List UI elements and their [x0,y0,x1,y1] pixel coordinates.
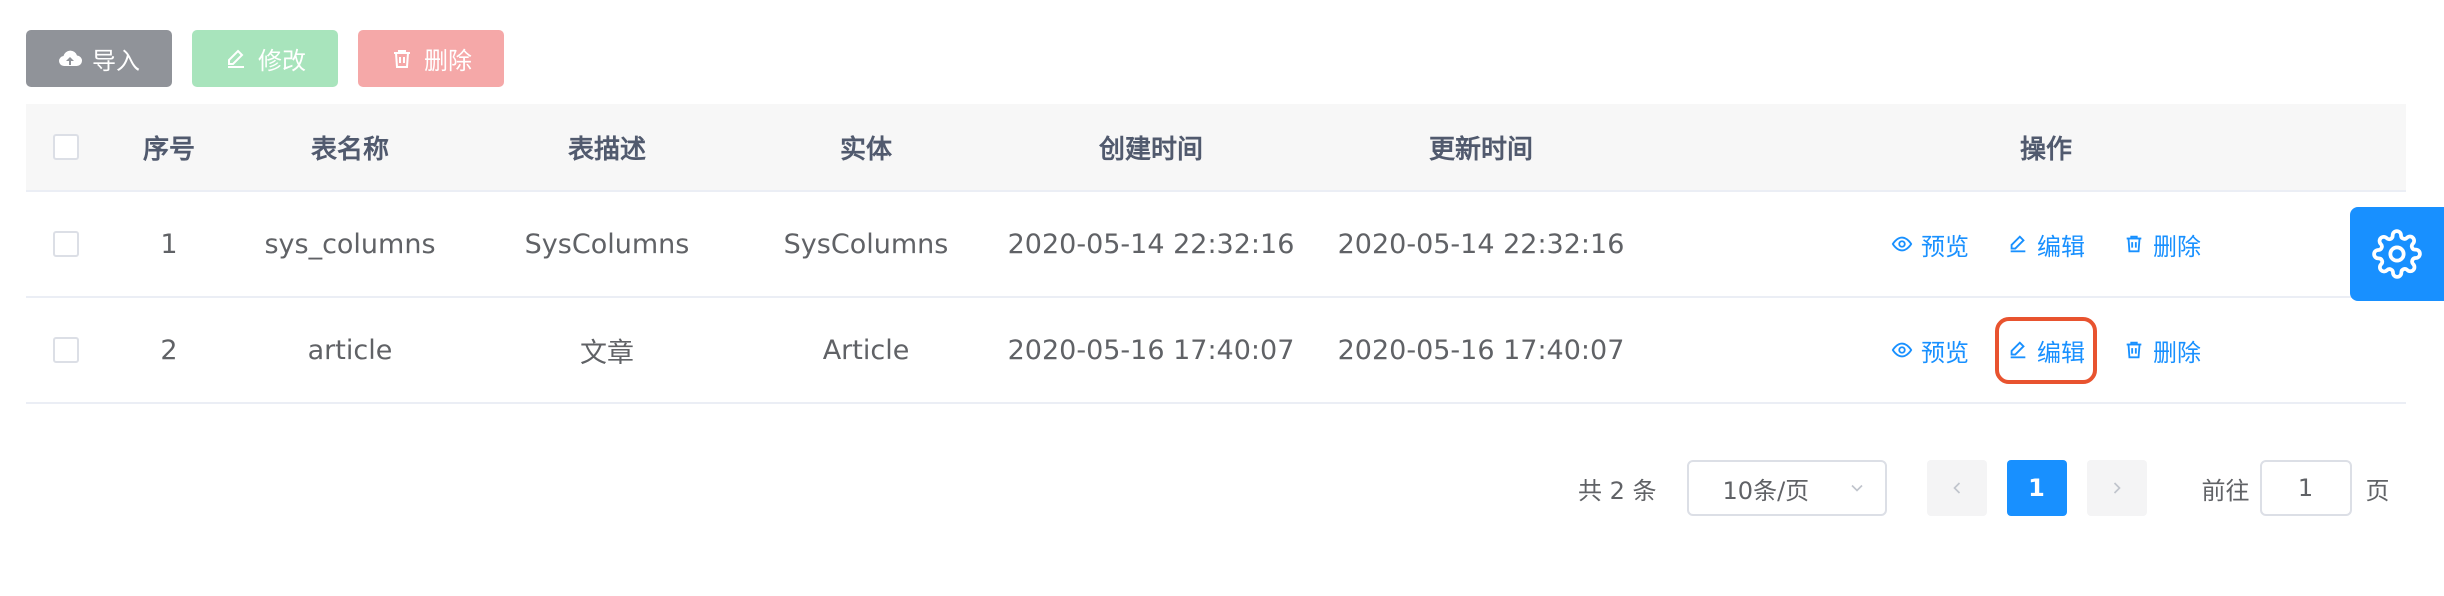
settings-button[interactable] [2350,207,2444,301]
data-table: 序号 表名称 表描述 实体 创建时间 更新时间 操作 1 sys_columns… [26,104,2406,404]
cell-updated: 2020-05-16 17:40:07 [1337,334,1625,366]
delete-label: 删除 [2153,232,2201,261]
cell-ops: 预览 编辑 删除 [1646,298,2444,402]
edit-link[interactable]: 编辑 [2001,217,2091,272]
goto-suffix: 页 [2365,476,2390,505]
trash-icon [2126,341,2142,359]
delete-label: 删除 [2153,338,2201,367]
toolbar: 导入 修改 删除 [26,30,504,87]
row-checkbox-cell [26,192,106,296]
preview-label: 预览 [1921,232,1969,261]
cell-created: 2020-05-16 17:40:07 [1007,334,1295,366]
cloud-upload-icon [59,50,82,66]
select-all-checkbox[interactable] [53,134,79,160]
edit-label: 编辑 [2037,232,2085,261]
pagination: 共 2 条 10条/页 1 前往 1 页 [1578,460,2390,516]
table-row: 2 article 文章 Article 2020-05-16 17:40:07… [26,298,2406,404]
page-size-value: 10条/页 [1722,476,1810,505]
cell-entity: Article [822,334,910,366]
prev-page-button[interactable] [1926,460,1987,516]
edit-icon [228,49,244,68]
page-size-select[interactable]: 10条/页 [1686,460,1887,516]
row-checkbox[interactable] [53,337,79,363]
cell-seq: 2 [160,334,178,366]
chevron-down-icon [1850,484,1863,492]
cell-created: 2020-05-14 22:32:16 [1007,228,1295,260]
preview-label: 预览 [1921,338,1969,367]
header-ops: 操作 [2019,134,2072,165]
cell-desc: 文章 [580,337,634,369]
goto-prefix: 前往 [2201,476,2250,505]
preview-link[interactable]: 预览 [1885,323,1975,378]
import-button[interactable]: 导入 [26,30,172,87]
eye-icon [1891,236,1913,252]
cell-ops: 预览 编辑 删除 [1646,192,2444,296]
header-name: 表名称 [310,134,389,165]
header-seq: 序号 [142,134,195,165]
import-label: 导入 [92,47,140,75]
total-count: 共 2 条 [1578,476,1657,505]
gear-icon [2372,229,2422,279]
trash-icon [394,49,410,68]
row-checkbox-cell [26,298,106,402]
delete-link[interactable]: 删除 [2117,217,2207,272]
page-number-current[interactable]: 1 [2006,460,2067,516]
delete-label: 删除 [424,47,472,75]
header-desc: 表描述 [567,134,646,165]
delete-button[interactable]: 删除 [358,30,504,87]
edit-icon [2010,235,2026,253]
next-page-button[interactable] [2086,460,2147,516]
cell-name: article [307,334,393,366]
preview-link[interactable]: 预览 [1885,217,1975,272]
edit-button[interactable]: 修改 [192,30,338,87]
cell-entity: SysColumns [783,228,949,260]
edit-label: 修改 [258,47,306,75]
edit-link[interactable]: 编辑 [1995,316,2097,384]
header-updated: 更新时间 [1428,134,1533,165]
delete-link[interactable]: 删除 [2117,323,2207,378]
header-entity: 实体 [839,134,892,165]
cell-desc: SysColumns [524,228,690,260]
eye-icon [1891,342,1913,358]
goto-page-input[interactable]: 1 [2259,460,2352,516]
edit-icon [2010,341,2026,359]
table-row: 1 sys_columns SysColumns SysColumns 2020… [26,192,2406,298]
table-header: 序号 表名称 表描述 实体 创建时间 更新时间 操作 [26,104,2406,192]
header-checkbox-cell [26,104,106,190]
edit-label: 编辑 [2037,338,2085,367]
cell-seq: 1 [160,228,178,260]
row-checkbox[interactable] [53,231,79,257]
cell-updated: 2020-05-14 22:32:16 [1337,228,1625,260]
cell-name: sys_columns [264,228,436,260]
chevron-right-icon [2113,482,2121,494]
chevron-left-icon [1952,482,1960,494]
trash-icon [2126,235,2142,253]
header-created: 创建时间 [1098,134,1203,165]
